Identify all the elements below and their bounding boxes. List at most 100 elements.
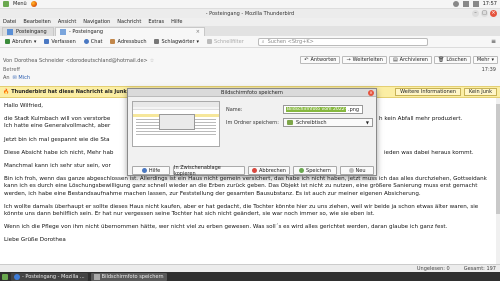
tab-label: - Posteingang bbox=[69, 29, 104, 35]
chat-icon bbox=[83, 39, 89, 44]
cancel-button[interactable]: Abbrechen bbox=[248, 166, 290, 175]
show-desktop-icon[interactable] bbox=[2, 273, 8, 280]
system-menu-label[interactable]: Menü bbox=[13, 1, 27, 7]
message-header: Von Dorothea Schneider <dorodeutschland@… bbox=[0, 48, 500, 86]
task-label: - Posteingang - Mozilla ... bbox=[22, 273, 85, 280]
save-icon bbox=[299, 168, 305, 173]
junk-message: Thunderbird hat diese Nachricht als Junk bbox=[11, 89, 127, 95]
search-icon: ⌕ bbox=[261, 38, 265, 45]
tags-button[interactable]: Schlagwörter ▾ bbox=[152, 38, 201, 46]
fetch-button[interactable]: Abrufen ▾ bbox=[3, 38, 38, 46]
to-row: An ✉ Mich bbox=[3, 75, 30, 81]
folder-value: Schreibtisch bbox=[296, 119, 327, 126]
minimize-button[interactable]: – bbox=[472, 10, 479, 17]
addressbook-icon bbox=[110, 39, 116, 44]
copy-label: In Zwischenablage kopieren bbox=[174, 164, 221, 177]
to-value[interactable]: ✉ Mich bbox=[13, 75, 30, 81]
new-button[interactable]: Neu bbox=[340, 166, 374, 175]
battery-icon[interactable] bbox=[472, 1, 479, 7]
close-tab-icon[interactable]: × bbox=[196, 29, 200, 35]
search-placeholder: Suchen <Strg+K> bbox=[267, 38, 314, 45]
tab-posteingang[interactable]: Posteingang bbox=[2, 27, 54, 36]
task-thunderbird[interactable]: - Posteingang - Mozilla ... bbox=[11, 272, 88, 281]
from-value[interactable]: Dorothea Schneider <dorodeutschland@hotm… bbox=[14, 58, 147, 64]
fetch-label: Abrufen bbox=[12, 38, 32, 45]
delete-button[interactable]: 🗑 Löschen bbox=[433, 56, 471, 64]
subject-label: Betreff bbox=[3, 67, 20, 73]
menu-navigation[interactable]: Navigation bbox=[83, 19, 110, 25]
screenshot-preview bbox=[132, 101, 220, 147]
body-closing: Liebe Grüße Dorothea bbox=[4, 237, 66, 244]
scrollbar-thumb[interactable] bbox=[496, 104, 500, 214]
help-button[interactable]: Hilfe bbox=[132, 166, 170, 175]
menu-icon[interactable] bbox=[3, 1, 9, 7]
more-label: Mehr bbox=[476, 57, 490, 63]
search-input[interactable]: ⌕ Suchen <Strg+K> bbox=[257, 37, 428, 46]
thunderbird-icon bbox=[14, 273, 20, 280]
help-icon bbox=[141, 168, 147, 173]
cancel-label: Abbrechen bbox=[259, 167, 286, 174]
archive-icon: ▤ bbox=[392, 57, 398, 63]
menu-hilfe[interactable]: Hilfe bbox=[171, 19, 182, 25]
tab-message[interactable]: - Posteingang × bbox=[55, 27, 205, 36]
task-screenshot[interactable]: Bildschirmfoto speichern bbox=[90, 272, 167, 281]
close-icon[interactable]: × bbox=[368, 90, 374, 96]
star-icon[interactable]: ☆ bbox=[150, 58, 154, 64]
folder-icon bbox=[287, 120, 293, 125]
flame-icon: 🔥 bbox=[3, 89, 10, 95]
compose-label: Verfassen bbox=[51, 38, 76, 45]
filename-input[interactable]: Bildschirmfoto vom 2022-02-03 17-57-41 .… bbox=[283, 105, 363, 114]
delete-label: Löschen bbox=[446, 57, 467, 63]
firefox-icon[interactable] bbox=[30, 1, 37, 7]
addressbook-button[interactable]: Adressbuch bbox=[108, 38, 148, 46]
tab-bar: Posteingang - Posteingang × bbox=[0, 26, 500, 36]
contact-icon: ✉ bbox=[12, 75, 17, 81]
forward-button[interactable]: → Weiterleiten bbox=[342, 56, 387, 64]
archive-button[interactable]: ▤ Archivieren bbox=[388, 56, 432, 64]
header-actions: ↶ Antworten → Weiterleiten ▤ Archivieren 🗑 L… bbox=[300, 56, 498, 64]
save-button[interactable]: Speichern bbox=[293, 166, 337, 175]
archive-label: Archivieren bbox=[399, 57, 428, 63]
quickfilter-button[interactable]: Schnellfilter bbox=[205, 38, 246, 46]
to-label: An bbox=[3, 75, 10, 81]
body-text: h kein Abfall mehr produziert. bbox=[379, 116, 463, 123]
dialog-titlebar: Bildschirmfoto speichern × bbox=[128, 89, 376, 97]
more-button[interactable]: Mehr ▾ bbox=[472, 56, 498, 64]
filename-value: Bildschirmfoto vom 2022-02-03 17-57-41 bbox=[286, 107, 346, 112]
menu-nachricht[interactable]: Nachricht bbox=[117, 19, 141, 25]
maximize-button[interactable]: □ bbox=[481, 10, 488, 17]
not-junk-button[interactable]: Kein Junk bbox=[464, 88, 497, 96]
compose-button[interactable]: Verfassen bbox=[42, 38, 77, 46]
menu-ansicht[interactable]: Ansicht bbox=[58, 19, 76, 25]
clock[interactable]: 17:57 bbox=[483, 1, 497, 7]
chat-button[interactable]: Chat bbox=[82, 38, 105, 46]
hamburger-menu-icon[interactable]: ≡ bbox=[491, 38, 496, 45]
folder-select[interactable]: Schreibtisch ▼ bbox=[283, 118, 373, 127]
volume-icon[interactable] bbox=[462, 1, 469, 7]
reply-button[interactable]: ↶ Antworten bbox=[300, 56, 341, 64]
copy-clipboard-button[interactable]: In Zwischenablage kopieren bbox=[173, 164, 245, 177]
menu-bearbeiten[interactable]: Bearbeiten bbox=[23, 19, 50, 25]
forward-icon: → bbox=[346, 57, 351, 63]
body-text: Diese Absicht habe ich nicht, Mehr hab bbox=[4, 149, 114, 156]
pencil-icon bbox=[44, 39, 50, 44]
network-icon[interactable] bbox=[452, 1, 459, 7]
dialog-title: Bildschirmfoto speichern bbox=[221, 89, 283, 96]
save-screenshot-dialog: Bildschirmfoto speichern × Name: Bildsch… bbox=[127, 88, 377, 177]
menu-extras[interactable]: Extras bbox=[148, 19, 164, 25]
body-paragraph-6: Ich wollte damals überhaupt er sollte di… bbox=[4, 203, 479, 218]
unread-count: Ungelesen: 0 bbox=[416, 265, 450, 272]
tags-label: Schlagwörter bbox=[161, 38, 195, 45]
chevron-down-icon[interactable]: ▾ bbox=[34, 39, 37, 45]
body-text: die Stadt Kulmbach will von verstorbe bbox=[4, 116, 111, 123]
reply-label: Antworten bbox=[310, 57, 337, 63]
name-label: Name: bbox=[226, 107, 243, 113]
close-window-button[interactable]: × bbox=[490, 10, 497, 17]
from-row: Von Dorothea Schneider <dorodeutschland@… bbox=[3, 58, 154, 64]
window-titlebar: - Posteingang - Mozilla Thunderbird – □ … bbox=[0, 9, 500, 18]
body-text: ieden was dabei heraus kommt. bbox=[384, 149, 474, 156]
menu-datei[interactable]: Datei bbox=[3, 19, 16, 25]
chevron-down-icon: ▼ bbox=[365, 120, 369, 125]
scrollbar[interactable] bbox=[496, 98, 500, 264]
more-info-button[interactable]: Weitere Informationen bbox=[395, 88, 462, 96]
